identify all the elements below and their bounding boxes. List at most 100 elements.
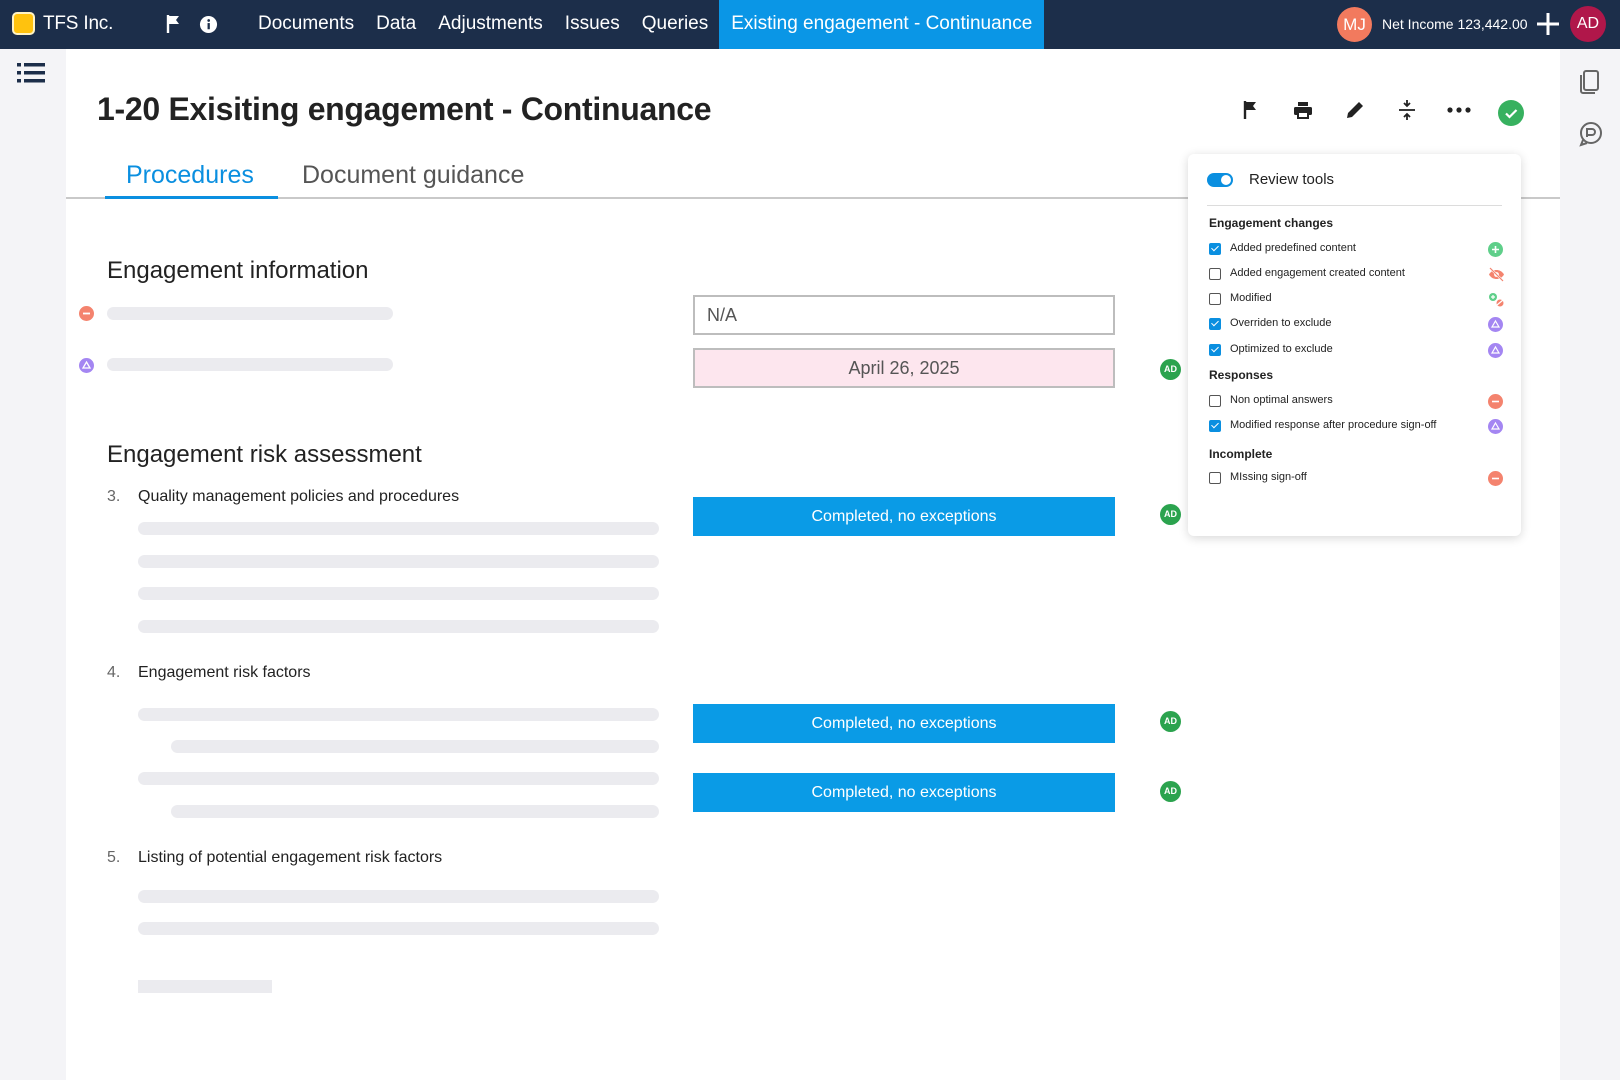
- text-placeholder: [138, 922, 659, 935]
- checkbox[interactable]: [1209, 344, 1221, 356]
- eye-slash-icon: [1488, 267, 1504, 282]
- company-name: TFS Inc.: [43, 12, 114, 34]
- signoff-badge[interactable]: AD: [1160, 781, 1181, 802]
- engagement-risk-assessment-heading: Engagement risk assessment: [107, 441, 422, 468]
- filter-label: Added predefined content: [1230, 242, 1356, 254]
- response-field[interactable]: N/A: [693, 295, 1115, 335]
- filter-label: Overriden to exclude: [1230, 317, 1332, 329]
- edit-button[interactable]: [1342, 97, 1368, 123]
- procedure-number: 4.: [107, 664, 121, 681]
- signoff-button[interactable]: [1498, 100, 1524, 126]
- right-rail: [1560, 49, 1620, 1080]
- question-placeholder: [107, 307, 393, 320]
- checkbox[interactable]: [1209, 395, 1221, 407]
- more-button[interactable]: [1446, 97, 1472, 123]
- review-tools-toggle[interactable]: [1207, 173, 1233, 187]
- filter-overriden-to-exclude[interactable]: Overriden to exclude: [1209, 317, 1503, 332]
- date-field[interactable]: April 26, 2025: [693, 348, 1115, 388]
- check-icon: [1505, 109, 1518, 119]
- modified-icon: [1488, 292, 1504, 307]
- signoff-badge[interactable]: AD: [1160, 711, 1181, 732]
- checkbox[interactable]: [1209, 293, 1221, 305]
- active-tab-indicator: [105, 196, 278, 199]
- text-placeholder: [171, 805, 659, 818]
- net-income-readout: Net Income 123,442.00: [1382, 16, 1528, 32]
- triangle-circle-icon: [1488, 317, 1503, 332]
- user-avatar[interactable]: MJ: [1337, 7, 1372, 42]
- tab-procedures[interactable]: Procedures: [126, 161, 254, 190]
- print-button[interactable]: [1290, 97, 1316, 123]
- top-bar: TFS Inc. Documents Data Adjustments Issu…: [0, 0, 1620, 49]
- left-rail: [0, 49, 66, 1080]
- text-placeholder: [138, 587, 659, 600]
- nav-data[interactable]: Data: [365, 0, 427, 49]
- account-avatar[interactable]: AD: [1570, 6, 1606, 42]
- nav-documents[interactable]: Documents: [247, 0, 365, 49]
- page-title: 1-20 Exisiting engagement - Continuance: [97, 91, 712, 127]
- signoff-badge[interactable]: AD: [1160, 504, 1181, 525]
- review-notes-icon[interactable]: [1578, 121, 1604, 152]
- procedure-title: Quality management policies and procedur…: [138, 488, 460, 505]
- more-icon: [1447, 107, 1471, 113]
- checkbox[interactable]: [1209, 472, 1221, 484]
- nav-active-document-tab[interactable]: Existing engagement - Continuance: [719, 0, 1045, 49]
- procedure-title: Listing of potential engagement risk fac…: [138, 849, 443, 866]
- response-button[interactable]: Completed, no exceptions: [693, 497, 1115, 536]
- flag-icon[interactable]: [163, 13, 185, 35]
- procedure-number: 3.: [107, 488, 121, 505]
- response-button[interactable]: Completed, no exceptions: [693, 704, 1115, 743]
- brand[interactable]: TFS Inc.: [12, 12, 113, 35]
- text-placeholder: [138, 890, 659, 903]
- tab-document-guidance[interactable]: Document guidance: [302, 161, 524, 190]
- nav-issues[interactable]: Issues: [554, 0, 631, 49]
- filter-non-optimal-answers[interactable]: Non optimal answers: [1209, 394, 1503, 409]
- checkbox[interactable]: [1209, 243, 1221, 255]
- flag-button[interactable]: [1238, 97, 1264, 123]
- filter-modified-response-after-signoff[interactable]: Modified response after procedure sign-o…: [1209, 419, 1503, 434]
- collapse-button[interactable]: [1394, 97, 1420, 123]
- procedure-title: Engagement risk factors: [138, 664, 311, 681]
- text-placeholder: [138, 555, 659, 568]
- checkbox[interactable]: [1209, 268, 1221, 280]
- modified-response-marker-icon[interactable]: [79, 358, 94, 373]
- non-optimal-answer-marker-icon[interactable]: [79, 306, 94, 321]
- filter-label: Non optimal answers: [1230, 394, 1333, 406]
- divider: [1207, 205, 1502, 206]
- list-icon[interactable]: [17, 62, 45, 89]
- filter-label: Modified: [1230, 292, 1272, 304]
- minus-circle-icon: [1488, 471, 1503, 486]
- filter-added-predefined-content[interactable]: Added predefined content: [1209, 242, 1503, 257]
- print-icon: [1294, 102, 1312, 119]
- nav-adjustments[interactable]: Adjustments: [427, 0, 554, 49]
- info-icon[interactable]: [197, 13, 219, 35]
- filter-label: MIssing sign-off: [1230, 471, 1307, 483]
- review-tools-title: Review tools: [1249, 171, 1335, 188]
- plus-circle-icon: [1488, 242, 1503, 257]
- signoff-badge[interactable]: AD: [1160, 359, 1181, 380]
- response-button[interactable]: Completed, no exceptions: [693, 773, 1115, 812]
- filter-modified[interactable]: Modified: [1209, 292, 1504, 307]
- triangle-circle-icon: [1488, 419, 1503, 434]
- checkbox[interactable]: [1209, 318, 1221, 330]
- plus-icon: [1537, 13, 1559, 35]
- group-engagement-changes: Engagement changes: [1209, 216, 1334, 230]
- text-placeholder: [138, 708, 659, 721]
- company-logo-icon: [12, 12, 35, 35]
- filter-label: Added engagement created content: [1230, 267, 1405, 279]
- pencil-icon: [1347, 102, 1363, 118]
- filter-label: Optimized to exclude: [1230, 343, 1333, 355]
- nav-queries[interactable]: Queries: [631, 0, 720, 49]
- text-placeholder: [171, 740, 659, 753]
- flag-icon: [1243, 101, 1256, 119]
- filter-missing-signoff[interactable]: MIssing sign-off: [1209, 471, 1503, 486]
- filter-added-engagement-created-content[interactable]: Added engagement created content: [1209, 267, 1504, 282]
- question-placeholder: [107, 358, 393, 371]
- text-placeholder: [138, 772, 659, 785]
- filter-label: Modified response after procedure sign-o…: [1230, 419, 1437, 431]
- add-button[interactable]: [1535, 11, 1561, 37]
- checkbox[interactable]: [1209, 420, 1221, 432]
- main-nav: Documents Data Adjustments Issues Querie…: [247, 0, 1045, 49]
- filter-optimized-to-exclude[interactable]: Optimized to exclude: [1209, 343, 1503, 358]
- copy-icon[interactable]: [1578, 69, 1602, 100]
- collapse-icon: [1399, 100, 1415, 120]
